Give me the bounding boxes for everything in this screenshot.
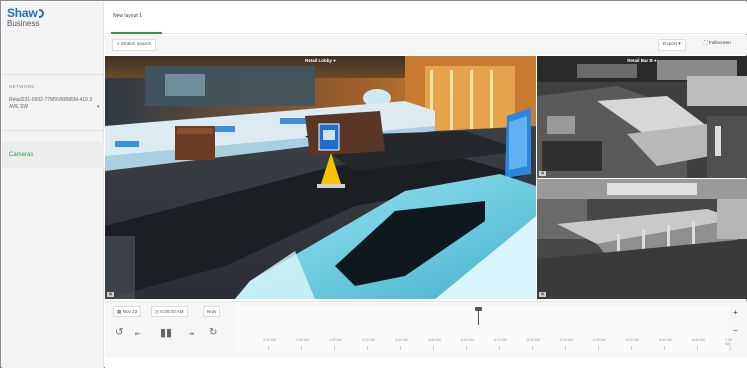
brand-name: Shaw [7,6,38,20]
camera-feed-retail-bar-b [537,56,747,178]
timeline-tick [400,346,401,350]
camera-feed-retail-bar-a [537,179,747,299]
network-selector[interactable]: Retail231-0692-77M9VR8M5M-410 3 AVE SW [9,97,99,110]
timeline-tick [367,346,368,350]
sidebar: Shaw Business NETWORK Retail231-0692-77M… [2,2,104,368]
camera-feed-retail-lobby [105,56,536,299]
zoom-in-icon[interactable]: + [733,308,738,317]
timeline-tick [466,346,467,350]
timeline-tick-label: 6:30 AM [659,338,672,342]
timeline-tick-label: 6:45 AM [692,338,705,342]
timeline-tick-label: 3:30 AM [263,338,276,342]
search-icon: ⌕ [117,42,120,47]
timeline-tick [730,346,731,350]
clock-icon: ◷ [155,309,160,314]
timeline-tick-label: 3:45 AM [296,338,309,342]
camera-tile-retail-bar-b[interactable]: Retail Bar B ● ▤ [537,56,747,178]
timeline-tick-label: 6:15 AM [626,338,639,342]
active-tab-indicator [111,32,162,34]
timeline-tick [268,346,269,350]
timeline-tick-label: 5:30 AM [527,338,540,342]
time-picker[interactable]: ◷ 6:00:00 AM [151,306,188,317]
timeline-tick-label: 7:00 AM [725,338,732,346]
tab-bar: New layout 1 [105,2,747,34]
playhead [478,309,479,325]
export-label: Export [663,42,677,47]
camera-title: Retail Lobby ● [305,58,336,63]
camera-tile-retail-bar-a[interactable]: ▤ [537,179,747,299]
timeline-tick [499,346,500,350]
info-icon[interactable]: ● [654,58,657,63]
layout-toolbar: ⌕ Motion search Export ▾ ⛶ Fullscreen [105,35,747,55]
info-icon[interactable]: ● [333,58,336,63]
timeline-tick [334,346,335,350]
fullscreen-icon: ⛶ [704,41,708,46]
timeline-tick [631,346,632,350]
timeline-tick [433,346,434,350]
forward-icon[interactable]: ↻ [209,328,217,338]
footer-strip [105,357,747,368]
pause-icon[interactable]: ▮▮ [160,328,172,339]
timeline-tick-label: 6:00 AM [593,338,606,342]
divider [2,130,104,131]
date-value: Nov 23 [122,309,138,314]
camera-settings-icon[interactable]: ▤ [539,292,546,297]
tab-new-layout-1[interactable]: New layout 1 [113,13,142,27]
now-button[interactable]: Now [203,306,221,317]
network-label: NETWORK [9,84,35,89]
zoom-out-icon[interactable]: − [733,326,738,335]
camera-tile-retail-lobby[interactable]: Retail Lobby ● ▤ [105,56,536,299]
timeline-tick [301,346,302,350]
calendar-icon: ▦ [117,309,122,314]
timeline-tick [532,346,533,350]
camera-settings-icon[interactable]: ▤ [539,171,546,176]
timeline-tick-label: 4:15 AM [362,338,375,342]
date-picker[interactable]: ▦ Nov 23 [113,306,142,317]
export-button[interactable]: Export ▾ [658,39,686,51]
brand-sub: Business [7,19,40,28]
sidebar-item-cameras-label[interactable]: Cameras [9,152,33,158]
playback-panel: ▦ Nov 23 ◷ 6:00:00 AM Now ↺ ⇤ ▮▮ ⇥ ↻ 3:3… [105,301,747,357]
fullscreen-label: Fullscreen [708,41,731,46]
chevron-down-icon: ▾ [678,42,681,47]
logo-arc-icon [38,9,44,18]
timeline-tick [697,346,698,350]
timeline-tick-label: 4:00 AM [329,338,342,342]
motion-search-label: Motion search [121,42,152,47]
camera-settings-icon[interactable]: ▤ [107,292,114,297]
brand-logo[interactable]: Shaw Business [7,6,44,28]
chevron-down-icon[interactable]: ▾ [97,104,100,110]
timeline-tick-label: 5:15 AM [494,338,507,342]
app-window: Shaw Business NETWORK Retail231-0692-77M… [0,0,747,368]
rewind-icon[interactable]: ↺ [115,328,123,338]
timeline-tick [598,346,599,350]
timeline-tick [664,346,665,350]
fullscreen-button[interactable]: ⛶ Fullscreen [701,39,734,51]
timeline-track[interactable]: 3:30 AM 3:45 AM 4:00 AM 4:15 AM 4:30 AM 4:45 … [235,306,732,352]
skip-back-icon[interactable]: ⇤ [135,330,141,340]
divider [2,74,104,75]
skip-forward-icon[interactable]: ⇥ [188,330,194,340]
timeline-tick-label: 4:30 AM [395,338,408,342]
camera-title: Retail Bar B ● [627,58,657,63]
timeline-tick-label: 4:45 AM [428,338,441,342]
timeline-tick-label: 5:00 AM [461,338,474,342]
timeline-tick [565,346,566,350]
timeline-tick-label: 5:45 AM [560,338,573,342]
motion-search-button[interactable]: ⌕ Motion search [112,39,157,51]
time-value: 6:00:00 AM [160,309,184,314]
